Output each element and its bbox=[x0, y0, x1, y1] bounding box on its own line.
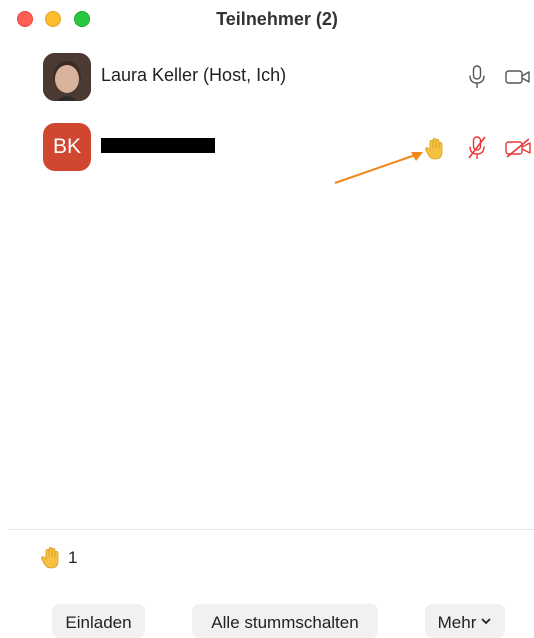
mute-all-button-label: Alle stummschalten bbox=[211, 613, 359, 632]
video-camera-icon[interactable] bbox=[505, 68, 531, 86]
more-button-label: Mehr bbox=[437, 613, 477, 632]
annotation-arrow bbox=[334, 152, 423, 184]
raised-hands-count: 1 bbox=[68, 548, 78, 567]
microphone-muted-icon[interactable] bbox=[466, 135, 488, 161]
avatar-initials: BK bbox=[43, 123, 91, 171]
window-title: Teilnehmer (2) bbox=[216, 9, 338, 29]
participant-row-guest[interactable]: BK bbox=[0, 117, 534, 177]
video-camera-off-icon[interactable] bbox=[505, 138, 532, 158]
chevron-down-icon bbox=[481, 618, 491, 625]
redacted-name bbox=[101, 138, 215, 153]
participant-row-host[interactable]: Laura Keller (Host, Ich) bbox=[0, 47, 534, 107]
avatar bbox=[43, 53, 91, 101]
participant-name: Laura Keller (Host, Ich) bbox=[101, 65, 287, 85]
invite-button-label: Einladen bbox=[65, 613, 132, 632]
microphone-icon[interactable] bbox=[467, 64, 487, 90]
raised-hand-icon bbox=[41, 547, 59, 569]
divider bbox=[8, 529, 534, 530]
raised-hands-summary: 1 bbox=[40, 545, 77, 571]
title-bar: Teilnehmer (2) bbox=[0, 0, 534, 40]
